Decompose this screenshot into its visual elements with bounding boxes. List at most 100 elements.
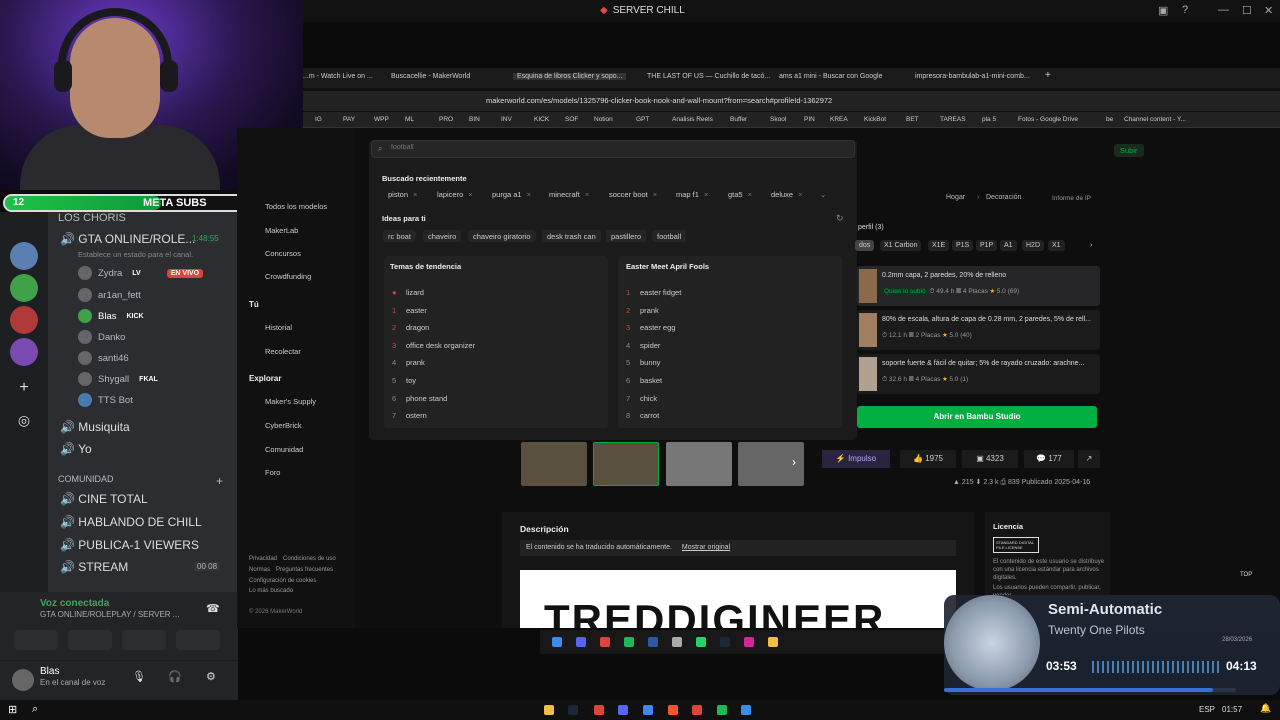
voice-user[interactable]: TTS Bot <box>78 393 133 407</box>
voice-channel[interactable]: 🔊 Yo <box>60 442 92 456</box>
server-icon[interactable] <box>10 242 38 270</box>
search-input[interactable] <box>391 144 811 151</box>
recent-chip[interactable]: soccer boot × <box>609 190 657 199</box>
back-to-top-button[interactable]: TOP <box>1240 572 1252 578</box>
trending-item[interactable]: 4 prank <box>392 358 425 367</box>
spotify-icon[interactable] <box>717 705 727 715</box>
browser-tab[interactable]: THE LAST OF US — Cuchillo de tacó... <box>647 73 770 80</box>
show-original-link[interactable]: Mostrar original <box>682 544 730 551</box>
browser-tab[interactable]: ...m - Watch Live on ... <box>303 73 373 80</box>
bookmark[interactable]: SOF <box>565 116 578 123</box>
event-item[interactable]: 3 easter egg <box>626 323 675 332</box>
footer-link[interactable]: Privacidad <box>249 556 277 562</box>
help-icon[interactable]: ? <box>1182 4 1188 16</box>
printer-filter[interactable]: P1P <box>976 240 998 251</box>
event-item[interactable]: 5 bunny <box>626 358 660 367</box>
steam-icon[interactable] <box>568 705 578 715</box>
chevron-right-icon[interactable]: › <box>1086 240 1096 251</box>
notification-icon[interactable]: 🔔 <box>1260 703 1271 714</box>
bookmark[interactable]: Analisis Reels <box>672 116 713 123</box>
language-indicator[interactable]: ESP <box>1199 705 1215 714</box>
event-item[interactable]: 4 spider <box>626 341 660 350</box>
remove-icon[interactable]: × <box>653 190 657 199</box>
bookmark[interactable]: KICK <box>534 116 549 123</box>
progress-track[interactable] <box>944 688 1236 692</box>
bookmark[interactable]: Channel content - Y... <box>1124 116 1186 123</box>
event-item[interactable]: 2 prank <box>626 306 659 315</box>
brave-icon[interactable] <box>668 705 678 715</box>
upload-button[interactable]: Subir <box>1114 144 1144 157</box>
bookmark[interactable]: BET <box>906 116 919 123</box>
bookmark[interactable]: be <box>1106 116 1113 123</box>
event-item[interactable]: 7 chick <box>626 394 657 403</box>
footer-link[interactable]: Configuración de cookies <box>249 578 316 584</box>
remove-icon[interactable]: × <box>585 190 589 199</box>
trending-item[interactable]: 2 dragon <box>392 323 429 332</box>
open-in-bambu-studio-button[interactable]: Abrir en Bambu Studio <box>857 406 1097 428</box>
windows-icon[interactable]: ⊞ <box>8 703 17 716</box>
soundboard-button[interactable] <box>176 630 220 650</box>
printer-filter[interactable]: A1 <box>1000 240 1017 251</box>
nav-collect[interactable]: Recolectar <box>265 347 301 356</box>
add-server-icon[interactable]: + <box>10 374 38 402</box>
bookmark[interactable]: PRO <box>439 116 453 123</box>
trending-item[interactable]: 5 toy <box>392 376 416 385</box>
voice-channel[interactable]: 🔊 CINE TOTAL <box>60 492 148 506</box>
discord-icon[interactable] <box>576 637 586 647</box>
steam-icon[interactable] <box>720 637 730 647</box>
nav-history[interactable]: Historial <box>265 323 292 332</box>
app-icon[interactable] <box>692 705 702 715</box>
profile-card[interactable]: 0.2mm capa, 2 paredes, 20% de relleno Qu… <box>857 266 1100 306</box>
idea-chip[interactable]: pastillero <box>606 230 647 242</box>
printer-filter[interactable]: dos <box>855 240 875 251</box>
search-icon[interactable]: ⌕ <box>32 703 38 716</box>
nav-community[interactable]: Comunidad <box>265 445 303 454</box>
bookmark[interactable]: TAREAS <box>940 116 966 123</box>
server-icon[interactable] <box>10 306 38 334</box>
obs-icon[interactable] <box>594 705 604 715</box>
nav-all-models[interactable]: Todos los modelos <box>265 202 327 211</box>
trending-item[interactable]: ● lizard <box>392 288 424 297</box>
model-thumbnail[interactable] <box>521 442 587 486</box>
camera-button[interactable] <box>14 630 58 650</box>
voice-user[interactable]: ar1an_fett <box>78 288 141 302</box>
recent-chip[interactable]: deluxe × <box>771 190 803 199</box>
folder-icon[interactable] <box>768 637 778 647</box>
window-menu-icon[interactable]: ▣ <box>1158 4 1168 17</box>
browser-tab[interactable]: Buscacellie - MakerWorld <box>391 73 470 80</box>
voice-user[interactable]: Zydra LV EN VIVO <box>78 266 204 280</box>
next-image-icon[interactable]: › <box>792 455 796 469</box>
voice-channel[interactable]: 🔊 PUBLICA-1 VIEWERS <box>60 538 199 552</box>
active-voice-channel[interactable]: 🔊 GTA ONLINE/ROLE... <box>60 232 195 246</box>
voice-user[interactable]: Blas KICK <box>78 309 148 323</box>
bookmark[interactable]: INV <box>501 116 512 123</box>
remove-icon[interactable]: × <box>527 190 531 199</box>
close-icon[interactable]: ✕ <box>1264 4 1273 17</box>
voice-channel[interactable]: 🔊 HABLANDO DE CHILL <box>60 515 202 529</box>
app-icon[interactable] <box>741 705 751 715</box>
remove-icon[interactable]: × <box>468 190 472 199</box>
report-ip-link[interactable]: Informe de IP <box>1052 195 1091 202</box>
category-header[interactable]: COMUNIDAD <box>58 474 114 484</box>
bookmark[interactable]: IG <box>315 116 322 123</box>
model-thumbnail[interactable] <box>666 442 732 486</box>
recent-chip[interactable]: lapicero × <box>437 190 473 199</box>
disconnect-icon[interactable]: ☎ <box>206 602 220 615</box>
idea-chip[interactable]: football <box>652 230 687 242</box>
nav-makers-supply[interactable]: Maker's Supply <box>265 397 316 406</box>
voice-user[interactable]: santi46 <box>78 351 129 365</box>
search-box[interactable]: ⌕ <box>371 140 855 158</box>
bookmark[interactable]: GPT <box>636 116 649 123</box>
voice-channel[interactable]: 🔊 STREAM <box>60 560 128 574</box>
activities-button[interactable] <box>122 630 166 650</box>
remove-icon[interactable]: × <box>798 190 802 199</box>
explorer-icon[interactable] <box>544 705 554 715</box>
idea-chip[interactable]: desk trash can <box>542 230 601 242</box>
voice-user[interactable]: Shygall FKAL <box>78 372 162 386</box>
instagram-icon[interactable] <box>744 637 754 647</box>
app-icon[interactable] <box>672 637 682 647</box>
recent-chip[interactable]: piston × <box>388 190 417 199</box>
printer-filter[interactable]: X1 Carbon <box>880 240 922 251</box>
recent-chip[interactable]: purga a1 × <box>492 190 531 199</box>
boost-button[interactable]: ⚡ Impulso <box>822 450 890 468</box>
